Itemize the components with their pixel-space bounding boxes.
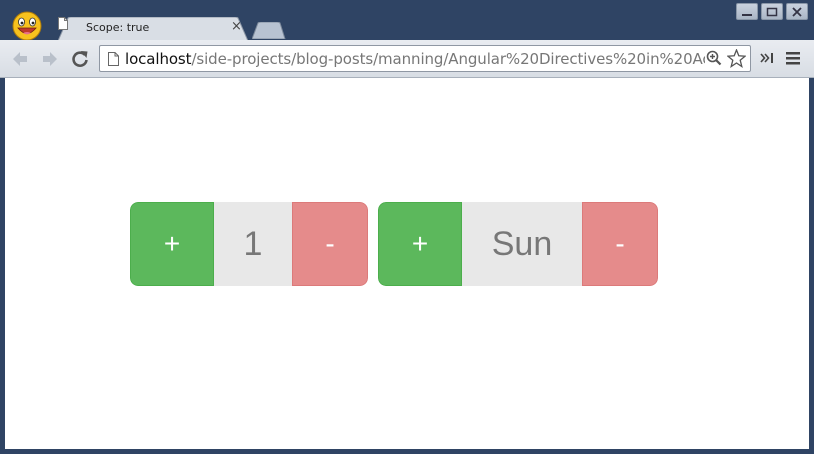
day-spinner: + Sun - <box>378 202 658 286</box>
minimize-icon <box>742 14 752 16</box>
back-arrow-icon[interactable] <box>10 49 30 69</box>
page-viewport: + 1 - + Sun - <box>5 78 809 449</box>
reload-icon[interactable] <box>70 49 90 69</box>
decrement-button[interactable]: - <box>582 202 658 286</box>
menu-icon[interactable] <box>785 51 801 66</box>
url-path: /side-projects/blog-posts/manning/Angula… <box>191 50 705 68</box>
spinner-value: Sun <box>462 202 582 286</box>
page-icon <box>58 17 68 30</box>
window-bottom-border <box>0 449 814 454</box>
maximize-icon <box>766 7 778 17</box>
forward-arrow-icon[interactable] <box>40 49 60 69</box>
smiley-logo-icon <box>12 11 42 41</box>
maximize-button[interactable] <box>761 3 783 20</box>
new-tab-button[interactable] <box>252 22 286 39</box>
tab-close-button[interactable]: × <box>231 19 242 35</box>
address-bar[interactable]: localhost/side-projects/blog-posts/manni… <box>99 45 751 72</box>
close-icon <box>792 7 802 17</box>
number-spinner: + 1 - <box>130 202 368 286</box>
zoom-icon[interactable] <box>706 50 722 67</box>
increment-button[interactable]: + <box>378 202 462 286</box>
tab-title: Scope: true <box>86 21 150 34</box>
decrement-button[interactable]: - <box>292 202 368 286</box>
star-icon[interactable] <box>727 49 746 68</box>
extension-icon[interactable] <box>760 51 774 65</box>
browser-toolbar: localhost/side-projects/blog-posts/manni… <box>0 40 814 78</box>
close-window-button[interactable] <box>786 3 808 20</box>
title-bar: Scope: true × <box>0 0 814 41</box>
url-text: localhost/side-projects/blog-posts/manni… <box>125 50 705 68</box>
minimize-button[interactable] <box>736 3 758 20</box>
url-host: localhost <box>125 50 192 68</box>
spinner-value: 1 <box>214 202 292 286</box>
increment-button[interactable]: + <box>130 202 214 286</box>
browser-tab[interactable]: Scope: true × <box>58 17 248 41</box>
page-icon <box>108 52 119 66</box>
